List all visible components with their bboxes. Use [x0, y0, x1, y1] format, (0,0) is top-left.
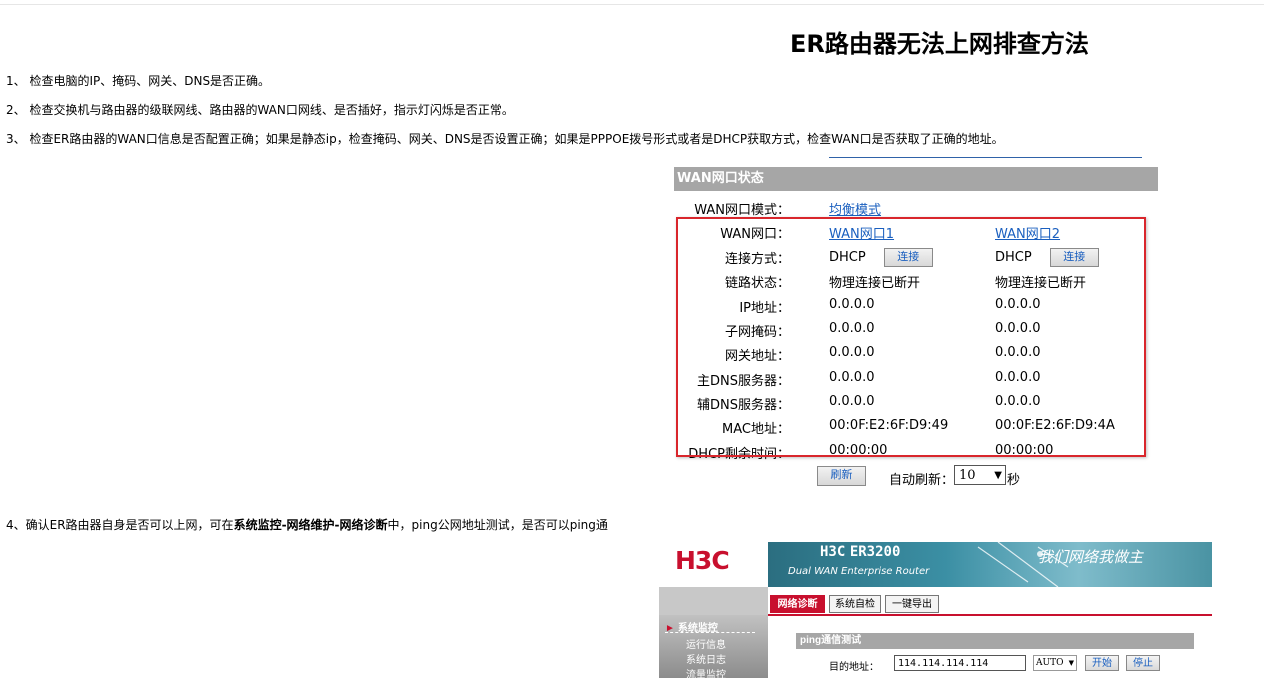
page-title: ER路由器无法上网排查方法 [790, 30, 1089, 58]
divider-line [829, 157, 1142, 158]
sidebar: ► 系统监控 运行信息 系统日志 流量监控 [659, 587, 768, 678]
step-4-text: 4、确认ER路由器自身是否可以上网，可在系统监控-网络维护-网络诊断中，ping… [6, 516, 608, 533]
stop-button[interactable]: 停止 [1126, 655, 1160, 671]
h3c-router-screenshot: H3C H3C ER3200 Dual WAN Enterprise Route… [659, 542, 1212, 678]
tab-one-click-export[interactable]: 一键导出 [885, 595, 939, 613]
step-4-prefix: 4、确认ER路由器自身是否可以上网，可在 [6, 518, 234, 532]
sidebar-top [659, 587, 768, 615]
highlight-box [676, 217, 1146, 457]
chevron-down-icon: ▼ [1068, 659, 1074, 667]
auto-refresh-value: 10 [959, 468, 976, 483]
sidebar-divider [665, 632, 755, 634]
wan-mode-link[interactable]: 均衡模式 [829, 199, 881, 218]
start-button[interactable]: 开始 [1085, 655, 1119, 671]
h3c-logo: H3C [675, 546, 730, 575]
destination-label: 目的地址： [829, 662, 879, 673]
seconds-label: 秒 [1007, 473, 1021, 488]
tab-self-check[interactable]: 系统自检 [829, 595, 881, 613]
step-1-text: 1、 检查电脑的IP、掩码、网关、DNS是否正确。 [6, 74, 271, 88]
sidebar-subitem-traffic-monitor[interactable]: 流量监控 [686, 666, 726, 678]
wan-status-header: WAN网口状态 [674, 167, 1158, 191]
wan-mode-label: WAN网口模式： [694, 203, 790, 218]
step-2-text: 2、 检查交换机与路由器的级联网线、路由器的WAN口网线、是否插好，指示灯闪烁是… [6, 103, 514, 117]
step-4-menu-path: 系统监控-网络维护-网络诊断 [233, 518, 388, 532]
product-prefix: H3C [820, 544, 846, 560]
product-name: H3C ER3200 [820, 544, 900, 560]
sidebar-subitem-run-info[interactable]: 运行信息 [686, 636, 726, 651]
top-divider [0, 4, 1264, 5]
step-4-suffix: 中，ping公网地址测试，是否可以ping通 [387, 518, 608, 532]
step-3-text: 3、 检查ER路由器的WAN口信息是否配置正确；如果是静态ip，检查掩码、网关、… [6, 132, 1004, 146]
ping-section-header: ping通信测试 [796, 633, 1194, 649]
auto-refresh-label: 自动刷新： [889, 473, 955, 488]
sidebar-subitem-system-log[interactable]: 系统日志 [686, 651, 726, 666]
product-model: ER3200 [849, 544, 901, 560]
destination-input[interactable]: 114.114.114.114 [894, 655, 1026, 671]
slogan: 我们网络我做主 [1038, 548, 1144, 566]
auto-refresh-select[interactable]: 10 ▼ [954, 465, 1006, 485]
interface-select-value: AUTO [1036, 658, 1064, 668]
logo-area: H3C [659, 542, 768, 587]
interface-select[interactable]: AUTO ▼ [1033, 655, 1077, 671]
chevron-down-icon: ▼ [994, 470, 1002, 481]
refresh-button[interactable]: 刷新 [817, 466, 866, 486]
tab-network-diagnosis[interactable]: 网络诊断 [770, 595, 825, 613]
product-banner: H3C ER3200 Dual WAN Enterprise Router 我们… [768, 542, 1212, 587]
product-subtitle: Dual WAN Enterprise Router [788, 566, 930, 577]
tab-bar: 网络诊断 系统自检 一键导出 [768, 594, 1212, 616]
